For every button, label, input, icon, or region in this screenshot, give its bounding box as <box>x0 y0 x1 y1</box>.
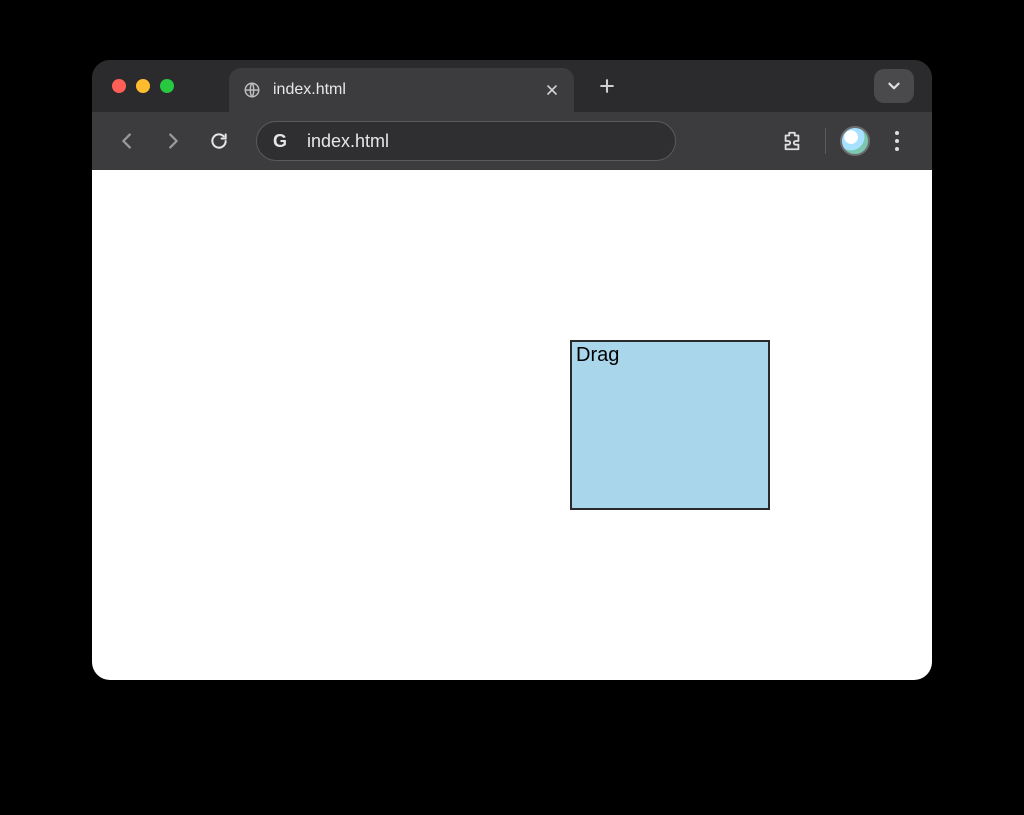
address-bar-text: index.html <box>307 131 389 152</box>
new-tab-button[interactable] <box>592 71 622 101</box>
browser-menu-button[interactable] <box>878 122 916 160</box>
browser-window: index.html <box>92 60 932 680</box>
profile-avatar[interactable] <box>840 126 870 156</box>
back-button[interactable] <box>108 122 146 160</box>
window-zoom-button[interactable] <box>160 79 174 93</box>
extensions-button[interactable] <box>773 122 811 160</box>
window-minimize-button[interactable] <box>136 79 150 93</box>
globe-icon <box>243 81 261 99</box>
forward-button[interactable] <box>154 122 192 160</box>
draggable-box-label: Drag <box>576 344 619 366</box>
tab-strip: index.html <box>92 60 932 112</box>
search-engine-icon: G <box>273 131 293 151</box>
tab-search-button[interactable] <box>874 69 914 103</box>
browser-tab[interactable]: index.html <box>229 68 574 112</box>
reload-button[interactable] <box>200 122 238 160</box>
window-controls <box>112 79 174 93</box>
tab-title: index.html <box>273 81 532 99</box>
browser-toolbar: G index.html <box>92 112 932 170</box>
close-tab-button[interactable] <box>544 82 560 98</box>
page-viewport: Drag <box>92 170 932 680</box>
address-bar[interactable]: G index.html <box>256 121 676 161</box>
toolbar-divider <box>825 128 826 154</box>
draggable-box[interactable]: Drag <box>570 340 770 510</box>
window-close-button[interactable] <box>112 79 126 93</box>
